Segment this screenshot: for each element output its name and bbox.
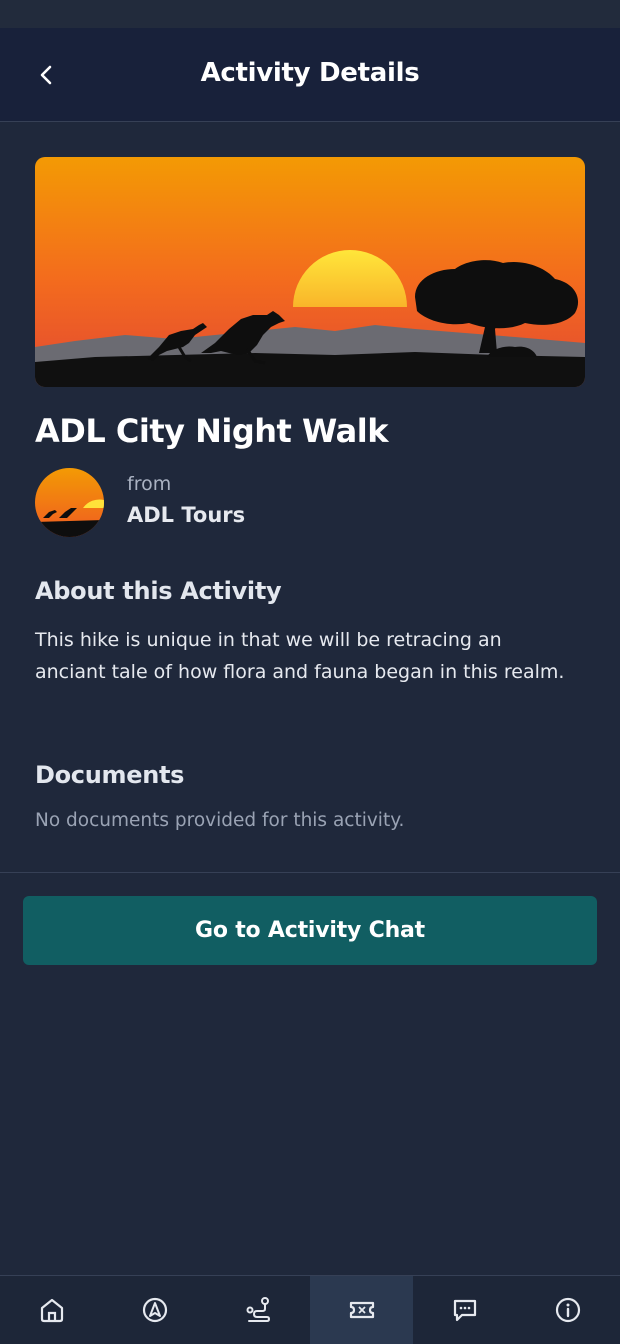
- about-heading: About this Activity: [35, 577, 282, 605]
- organizer-avatar: [35, 468, 104, 537]
- info-icon: [556, 1297, 581, 1323]
- bottom-navigation: [0, 1275, 620, 1344]
- documents-empty-message: No documents provided for this activity.: [35, 810, 405, 831]
- documents-heading: Documents: [35, 761, 185, 789]
- nav-home[interactable]: [0, 1276, 103, 1344]
- top-app-bar: Activity Details: [0, 28, 620, 122]
- nav-messages[interactable]: [413, 1276, 516, 1344]
- nav-route[interactable]: [207, 1276, 310, 1344]
- nav-info[interactable]: [517, 1276, 620, 1344]
- nav-explore[interactable]: [103, 1276, 206, 1344]
- go-to-activity-chat-button[interactable]: Go to Activity Chat: [23, 896, 597, 965]
- ticket-icon: [349, 1301, 374, 1319]
- chat-icon: [453, 1299, 477, 1322]
- route-icon: [246, 1297, 271, 1322]
- organizer-name[interactable]: ADL Tours: [127, 503, 245, 527]
- activity-title: ADL City Night Walk: [35, 412, 388, 450]
- divider: [0, 872, 620, 873]
- activity-hero-image: [35, 157, 585, 387]
- status-bar: [0, 0, 620, 28]
- page-title: Activity Details: [200, 58, 420, 88]
- compass-icon: [142, 1297, 168, 1323]
- about-description: This hike is unique in that we will be r…: [35, 629, 565, 683]
- home-icon: [40, 1298, 63, 1323]
- nav-tickets[interactable]: [309, 1276, 414, 1344]
- organizer-from-label: from: [127, 473, 172, 495]
